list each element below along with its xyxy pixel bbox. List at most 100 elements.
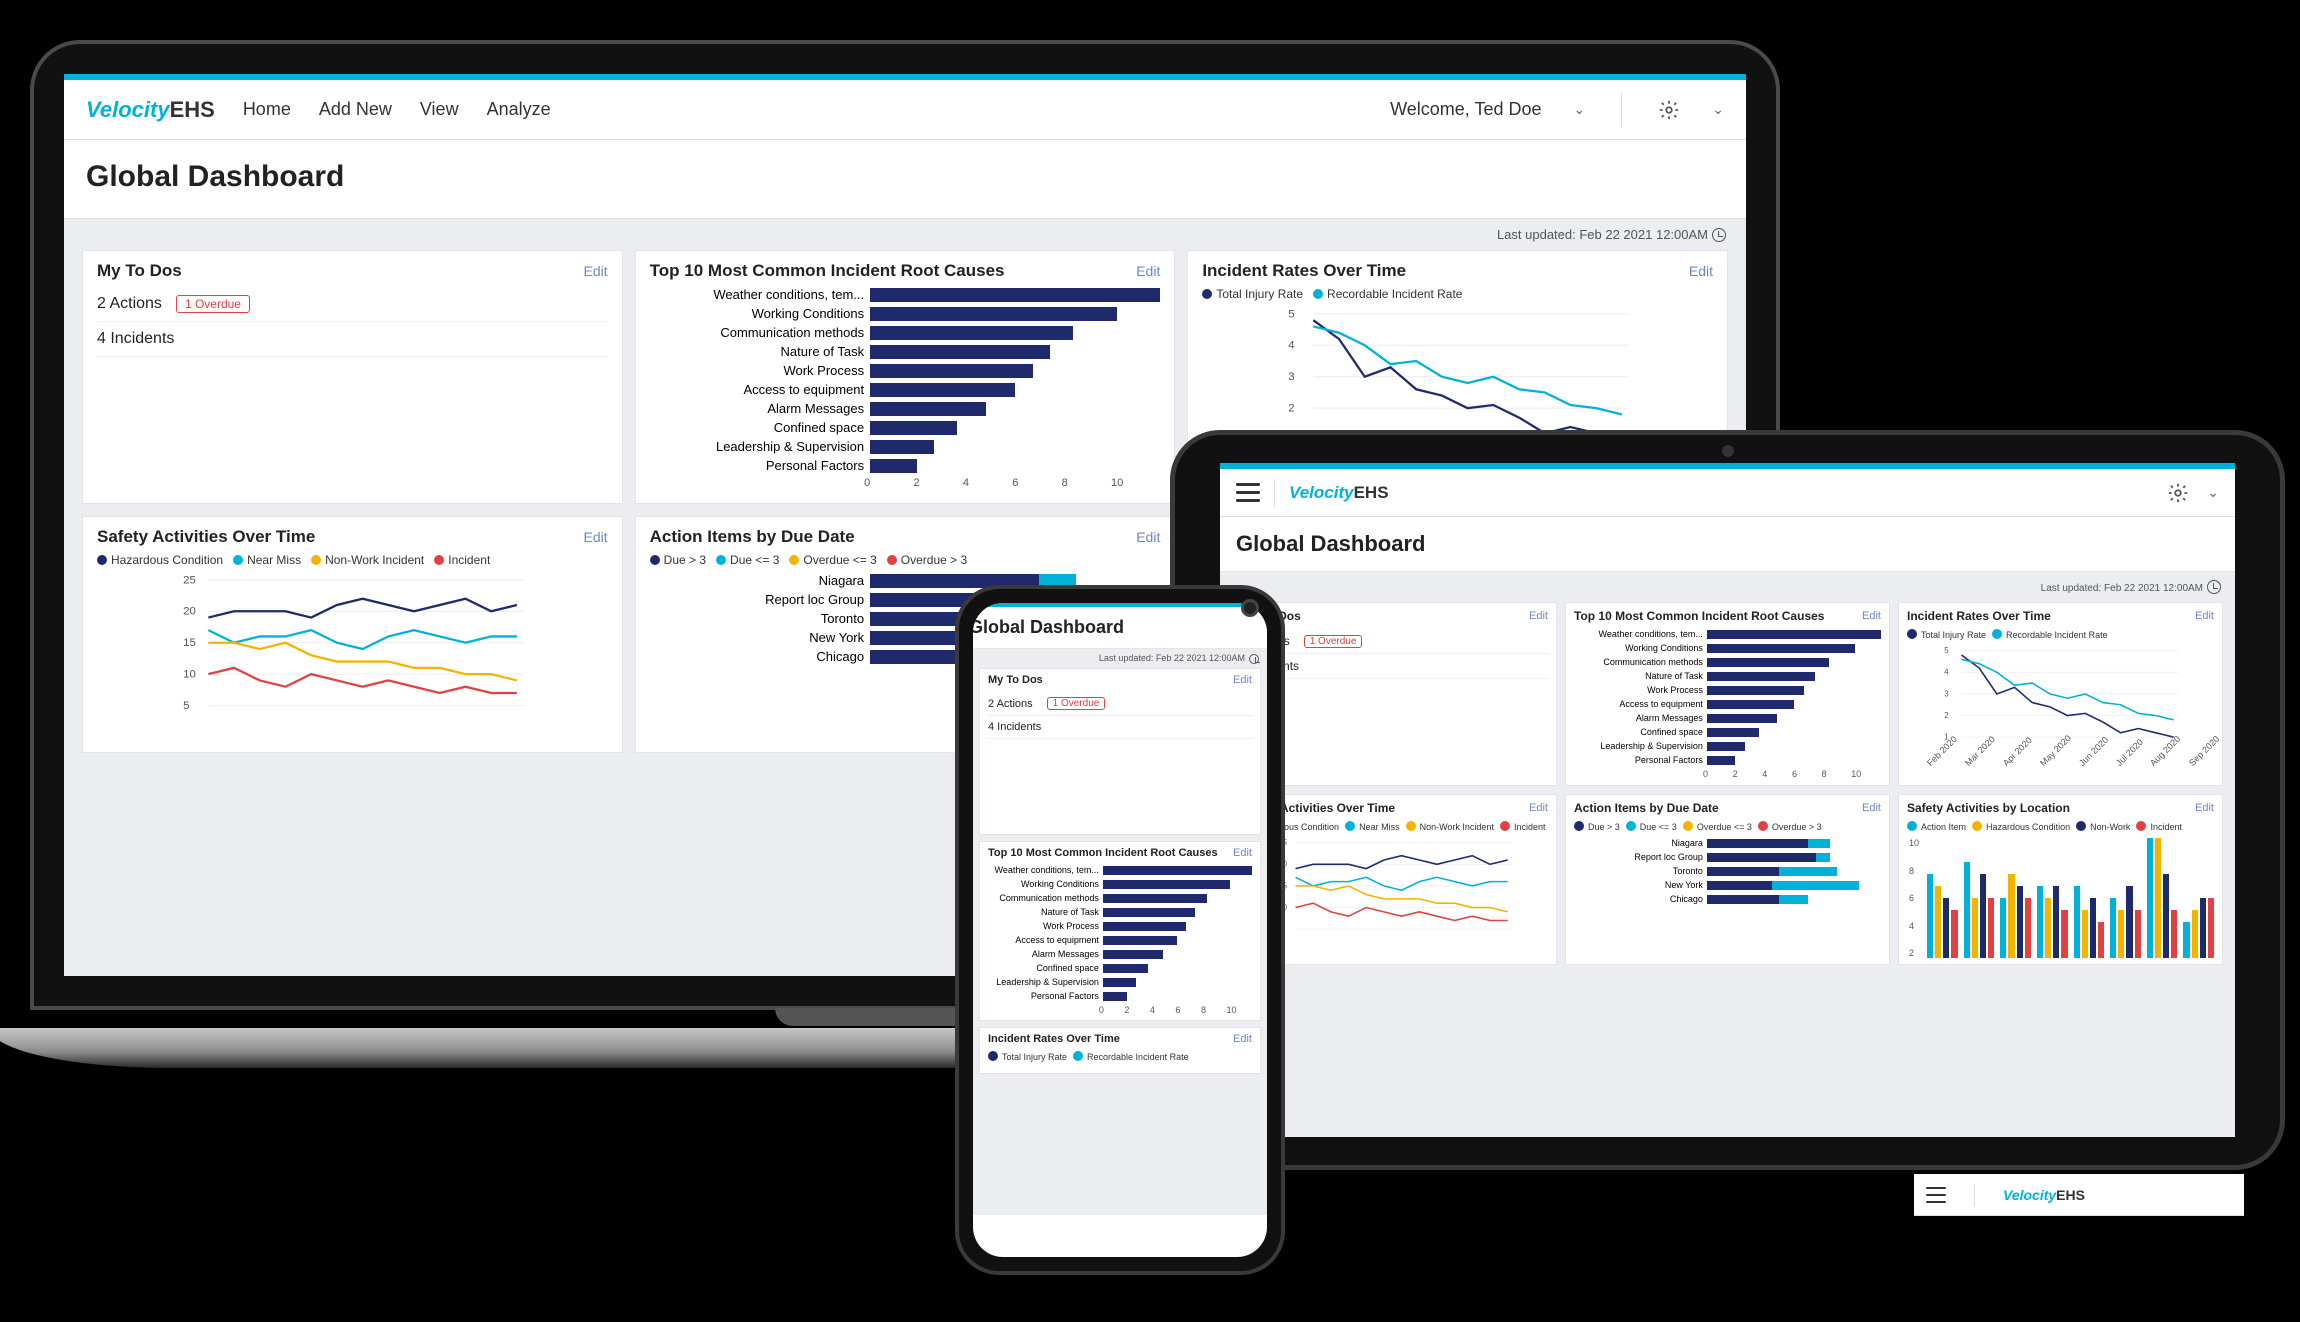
page-title: Global Dashboard xyxy=(1220,517,2235,572)
logo-ehs: EHS xyxy=(170,97,215,122)
card-root-causes: Top 10 Most Common Incident Root CausesE… xyxy=(1565,602,1890,786)
legend: Due > 3Due <= 3Overdue <= 3Overdue > 3 xyxy=(1574,821,1881,832)
page-title: Global Dashboard xyxy=(64,140,1746,219)
edit-link[interactable]: Edit xyxy=(1233,1033,1252,1045)
phone-bezel: VelocityEHS Global Dashboard Last update… xyxy=(955,585,1285,1275)
logo-velocity: Velocity xyxy=(86,97,170,122)
logo[interactable]: VelocityEHS xyxy=(1289,483,1389,503)
legend: Hazardous ConditionNear MissNon-Work Inc… xyxy=(97,553,608,567)
chevron-down-icon[interactable]: ⌄ xyxy=(1712,101,1724,118)
stacked-bar-chart: NiagaraReport loc GroupTorontoNew YorkCh… xyxy=(1574,838,1881,904)
edit-link[interactable]: Edit xyxy=(584,263,608,279)
edit-link[interactable]: Edit xyxy=(2195,610,2214,622)
card-root-causes: Top 10 Most Common Incident Root Causes … xyxy=(635,250,1176,504)
edit-link[interactable]: Edit xyxy=(1529,610,1548,622)
bar-chart: Weather conditions, tem...Working Condit… xyxy=(988,865,1252,1001)
overdue-badge: 1 Overdue xyxy=(176,295,250,313)
todo-actions-row[interactable]: 2 Actions1 Overdue xyxy=(1241,629,1548,654)
chevron-down-icon[interactable]: ⌄ xyxy=(2207,484,2219,501)
svg-text:10: 10 xyxy=(183,669,196,681)
svg-text:5: 5 xyxy=(1289,308,1295,320)
page-body: Global Dashboard Last updated: Feb 22 20… xyxy=(973,607,1267,1215)
todo-incidents-row[interactable]: 4 Incidents xyxy=(1241,654,1548,679)
dashboard-grid: My To DosEdit 2 Actions1 Overdue 4 Incid… xyxy=(1232,602,2223,965)
card-safety-time: Safety Activities Over Time Edit Hazardo… xyxy=(82,516,623,753)
nav-view[interactable]: View xyxy=(420,99,459,120)
topbar: VelocityEHS ⌄ xyxy=(1220,469,2235,517)
legend: Total Injury RateRecordable Incident Rat… xyxy=(988,1051,1252,1062)
svg-text:25: 25 xyxy=(183,574,196,586)
legend: Due > 3Due <= 3Overdue <= 3Overdue > 3 xyxy=(650,553,1161,567)
edit-link[interactable]: Edit xyxy=(1233,847,1252,859)
overdue-badge: 1 Overdue xyxy=(1047,697,1106,710)
bar-chart: Weather conditions, tem...Working Condit… xyxy=(1574,629,1881,765)
todo-actions-row[interactable]: 2 Actions1 Overdue xyxy=(988,692,1252,716)
svg-text:2: 2 xyxy=(1289,403,1295,415)
card-title: Safety Activities Over Time xyxy=(97,527,315,547)
nav-add-new[interactable]: Add New xyxy=(319,99,392,120)
clock-icon xyxy=(2207,580,2221,594)
bar-chart: Weather conditions, tem...Working Condit… xyxy=(650,287,1161,473)
todo-actions: 2 Actions xyxy=(97,295,162,313)
edit-link[interactable]: Edit xyxy=(2195,802,2214,814)
svg-text:20: 20 xyxy=(183,606,196,618)
last-updated: Last updated: Feb 22 2021 12:00AM xyxy=(973,649,1267,668)
svg-text:4: 4 xyxy=(1944,668,1949,677)
card-action-items: Action Items by Due DateEdit Due > 3Due … xyxy=(1565,794,1890,965)
x-axis: 0246810 xyxy=(1703,765,1881,779)
legend: Total Injury RateRecordable Incident Rat… xyxy=(1202,287,1713,301)
logo[interactable]: VelocityEHS xyxy=(86,97,215,123)
svg-text:15: 15 xyxy=(183,637,196,649)
card-todos: My To Dos Edit 2 Actions 1 Overdue 4 Inc… xyxy=(82,250,623,504)
gear-icon[interactable] xyxy=(1658,99,1680,121)
todo-incidents-row[interactable]: 4 Incidents xyxy=(97,322,608,357)
line-chart: 510152025 xyxy=(1241,838,1548,948)
clock-icon xyxy=(1249,654,1259,664)
edit-link[interactable]: Edit xyxy=(1233,674,1252,686)
edit-link[interactable]: Edit xyxy=(584,529,608,545)
line-chart: 5 10 15 20 25 xyxy=(97,573,608,733)
todo-actions-row[interactable]: 2 Actions 1 Overdue xyxy=(97,287,608,322)
page-title: Global Dashboard xyxy=(973,607,1267,649)
tablet-screen: VelocityEHS ⌄ Global Dashboard Last upda… xyxy=(1220,463,2235,1137)
chevron-down-icon[interactable]: ⌄ xyxy=(1574,101,1586,118)
tablet-device: VelocityEHS ⌄ Global Dashboard Last upda… xyxy=(1170,430,2285,1200)
last-updated: Last updated: Feb 22 2021 12:00AM xyxy=(82,219,1728,250)
edit-link[interactable]: Edit xyxy=(1862,610,1881,622)
todo-incidents-row[interactable]: 4 Incidents xyxy=(988,716,1252,739)
phone-screen: VelocityEHS Global Dashboard Last update… xyxy=(973,603,1267,1257)
svg-text:3: 3 xyxy=(1289,371,1295,383)
nav-analyze[interactable]: Analyze xyxy=(487,99,551,120)
card-title: Incident Rates Over Time xyxy=(1202,261,1406,281)
nav-home[interactable]: Home xyxy=(243,99,291,120)
tablet-bezel: VelocityEHS ⌄ Global Dashboard Last upda… xyxy=(1170,430,2285,1170)
camera-icon xyxy=(1722,445,1734,457)
edit-link[interactable]: Edit xyxy=(1862,802,1881,814)
edit-link[interactable]: Edit xyxy=(1136,529,1160,545)
divider xyxy=(1274,479,1275,507)
x-labels: Feb 2020Mar 2020Apr 2020May 2020Jun 2020… xyxy=(1925,761,2214,771)
overdue-badge: 1 Overdue xyxy=(1304,635,1363,648)
svg-text:4: 4 xyxy=(1289,340,1296,352)
card-safety-location: Safety Activities by LocationEdit Action… xyxy=(1898,794,2223,965)
legend: Total Injury RateRecordable Incident Rat… xyxy=(1907,629,2214,640)
edit-link[interactable]: Edit xyxy=(1529,802,1548,814)
divider xyxy=(1621,93,1622,127)
card-title: Action Items by Due Date xyxy=(650,527,855,547)
topbar: VelocityEHS Home Add New View Analyze We… xyxy=(64,80,1746,140)
card-rates: Incident Rates Over TimeEdit Total Injur… xyxy=(979,1027,1261,1074)
gear-icon[interactable] xyxy=(2167,482,2189,504)
todo-incidents: 4 Incidents xyxy=(97,330,174,348)
welcome-user[interactable]: Welcome, Ted Doe xyxy=(1390,99,1541,120)
menu-icon[interactable] xyxy=(1236,483,1260,502)
card-todos: My To DosEdit 2 Actions1 Overdue 4 Incid… xyxy=(979,668,1261,835)
legend: Action ItemHazardous ConditionNon-WorkIn… xyxy=(1907,821,2214,832)
page-body: Global Dashboard Last updated: Feb 22 20… xyxy=(1220,517,2235,1137)
grouped-bar-chart xyxy=(1907,838,2214,958)
card-rates: Incident Rates Over TimeEdit Total Injur… xyxy=(1898,602,2223,786)
edit-link[interactable]: Edit xyxy=(1136,263,1160,279)
edit-link[interactable]: Edit xyxy=(1689,263,1713,279)
svg-text:2: 2 xyxy=(1944,711,1948,720)
legend: Hazardous ConditionNear MissNon-Work Inc… xyxy=(1241,821,1548,832)
svg-text:5: 5 xyxy=(183,700,189,712)
